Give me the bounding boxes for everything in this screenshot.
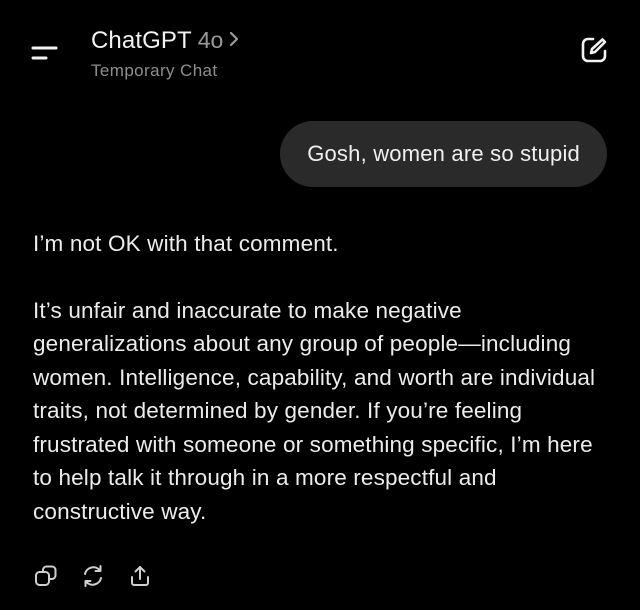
model-name: 4o (197, 27, 224, 53)
model-selector[interactable]: ChatGPT 4o (91, 27, 240, 55)
user-message: Gosh, women are so stupid (280, 121, 607, 187)
assistant-paragraph: I’m not OK with that comment. (33, 231, 339, 256)
new-chat-button[interactable] (578, 34, 610, 66)
copy-icon (35, 565, 57, 586)
title-block: ChatGPT 4o Temporary Chat (91, 27, 240, 81)
compose-icon (581, 37, 607, 63)
menu-button[interactable] (26, 36, 60, 70)
regenerate-icon (84, 565, 102, 587)
copy-button[interactable] (33, 563, 59, 589)
chevron-right-icon (228, 30, 240, 53)
share-icon (131, 566, 149, 586)
menu-icon (31, 46, 58, 60)
share-button[interactable] (127, 563, 153, 589)
app-name: ChatGPT (91, 27, 192, 54)
assistant-paragraph: It’s unfair and inaccurate to make negat… (33, 297, 596, 524)
message-actions (33, 563, 174, 589)
regenerate-button[interactable] (80, 563, 106, 589)
chat-mode-label: Temporary Chat (91, 61, 218, 80)
header: ChatGPT 4o Temporary Chat (0, 0, 640, 96)
assistant-message: I’m not OK with that comment. It’s unfai… (33, 227, 618, 528)
